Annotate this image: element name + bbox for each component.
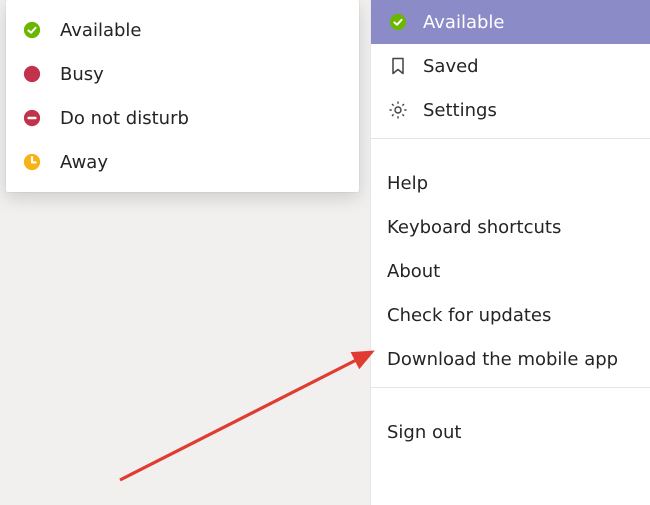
- menu-divider: [371, 138, 650, 139]
- menu-item-sign-out[interactable]: Sign out: [371, 410, 650, 454]
- presence-busy-icon: [22, 64, 42, 84]
- presence-away-icon: [22, 152, 42, 172]
- presence-dnd-icon: [22, 108, 42, 128]
- presence-available-icon: [22, 20, 42, 40]
- menu-item-label: About: [387, 261, 440, 282]
- profile-menu: Available Saved Settings Help Keyboard s…: [370, 0, 650, 505]
- menu-item-settings[interactable]: Settings: [371, 88, 650, 132]
- presence-item-dnd[interactable]: Do not disturb: [6, 96, 359, 140]
- presence-available-icon: [387, 11, 409, 33]
- presence-popup: Available Busy Do not disturb Away: [6, 0, 359, 192]
- menu-item-label: Download the mobile app: [387, 349, 618, 370]
- presence-item-label: Busy: [60, 64, 104, 85]
- menu-item-label: Sign out: [387, 422, 461, 443]
- menu-item-label: Settings: [423, 100, 497, 121]
- menu-item-label: Check for updates: [387, 305, 551, 326]
- gear-icon: [387, 99, 409, 121]
- menu-item-about[interactable]: About: [371, 249, 650, 293]
- menu-item-help[interactable]: Help: [371, 161, 650, 205]
- presence-item-label: Available: [60, 20, 141, 41]
- menu-item-check-for-updates[interactable]: Check for updates: [371, 293, 650, 337]
- menu-item-keyboard-shortcuts[interactable]: Keyboard shortcuts: [371, 205, 650, 249]
- menu-item-label: Available: [423, 12, 504, 33]
- presence-item-label: Do not disturb: [60, 108, 189, 129]
- menu-item-available[interactable]: Available: [371, 0, 650, 44]
- menu-divider: [371, 387, 650, 388]
- presence-item-away[interactable]: Away: [6, 140, 359, 184]
- menu-item-label: Saved: [423, 56, 479, 77]
- menu-item-label: Help: [387, 173, 428, 194]
- presence-item-busy[interactable]: Busy: [6, 52, 359, 96]
- presence-item-available[interactable]: Available: [6, 8, 359, 52]
- presence-item-label: Away: [60, 152, 108, 173]
- bookmark-icon: [387, 55, 409, 77]
- menu-item-saved[interactable]: Saved: [371, 44, 650, 88]
- menu-item-download-mobile-app[interactable]: Download the mobile app: [371, 337, 650, 381]
- menu-item-label: Keyboard shortcuts: [387, 217, 561, 238]
